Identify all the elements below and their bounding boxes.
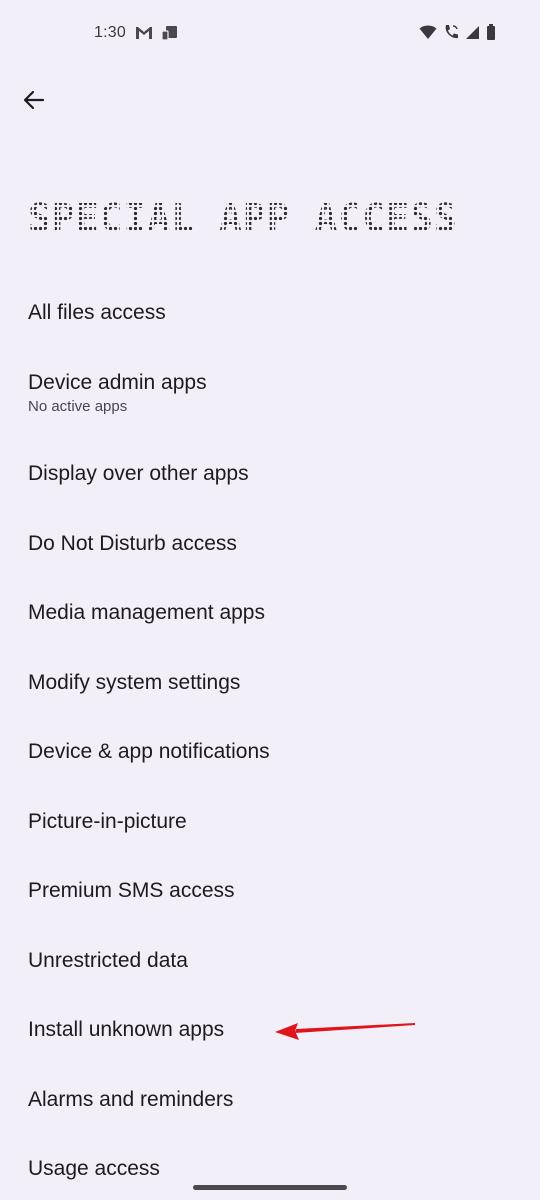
list-item-modify-system-settings[interactable]: Modify system settings	[28, 670, 508, 696]
list-item-install-unknown-apps[interactable]: Install unknown apps	[28, 1017, 508, 1043]
gmail-icon	[135, 25, 153, 46]
status-system-icons	[419, 24, 496, 45]
wifi-calling-icon	[443, 24, 459, 45]
list-item-summary: No active apps	[28, 398, 128, 415]
back-button[interactable]	[14, 82, 54, 122]
wifi-icon	[419, 24, 437, 45]
list-item-title: Do Not Disturb access	[28, 532, 237, 555]
list-item-title: Usage access	[28, 1157, 160, 1180]
list-item-all-files-access[interactable]: All files access	[28, 300, 508, 326]
list-item-display-over-other-apps[interactable]: Display over other apps	[28, 461, 508, 487]
list-item-device-admin-apps[interactable]: Device admin apps No active apps	[28, 370, 508, 415]
cellular-signal-icon	[465, 25, 480, 45]
list-item-title: Display over other apps	[28, 462, 249, 485]
list-item-title: Modify system settings	[28, 671, 241, 694]
list-item-title: Picture-in-picture	[28, 810, 187, 833]
list-item-title: Premium SMS access	[28, 879, 235, 902]
page-title: SPECIAL APP ACCESS	[28, 196, 458, 240]
list-item-media-management-apps[interactable]: Media management apps	[28, 600, 508, 626]
list-item-alarms-and-reminders[interactable]: Alarms and reminders	[28, 1087, 508, 1113]
list-item-title: Unrestricted data	[28, 949, 188, 972]
status-time: 1:30	[94, 24, 126, 41]
list-item-title: Alarms and reminders	[28, 1088, 234, 1111]
status-bar: 1:30	[0, 0, 540, 68]
list-item-title: Install unknown apps	[28, 1018, 225, 1041]
arrow-back-icon	[23, 90, 45, 115]
list-item-do-not-disturb-access[interactable]: Do Not Disturb access	[28, 531, 508, 557]
list-item-title: All files access	[28, 301, 166, 324]
cast-device-icon	[161, 25, 179, 46]
list-item-usage-access[interactable]: Usage access	[28, 1156, 508, 1182]
gesture-nav-handle[interactable]	[193, 1185, 347, 1190]
list-item-device-app-notifications[interactable]: Device & app notifications	[28, 739, 508, 765]
list-item-premium-sms-access[interactable]: Premium SMS access	[28, 878, 508, 904]
list-item-title: Device admin apps	[28, 371, 207, 394]
list-item-title: Device & app notifications	[28, 740, 270, 763]
battery-icon	[486, 24, 496, 45]
red-arrow-annotation-icon	[272, 1018, 418, 1047]
list-item-picture-in-picture[interactable]: Picture-in-picture	[28, 809, 508, 835]
status-notification-icons	[135, 25, 179, 46]
list-item-title: Media management apps	[28, 601, 265, 624]
list-item-unrestricted-data[interactable]: Unrestricted data	[28, 948, 508, 974]
